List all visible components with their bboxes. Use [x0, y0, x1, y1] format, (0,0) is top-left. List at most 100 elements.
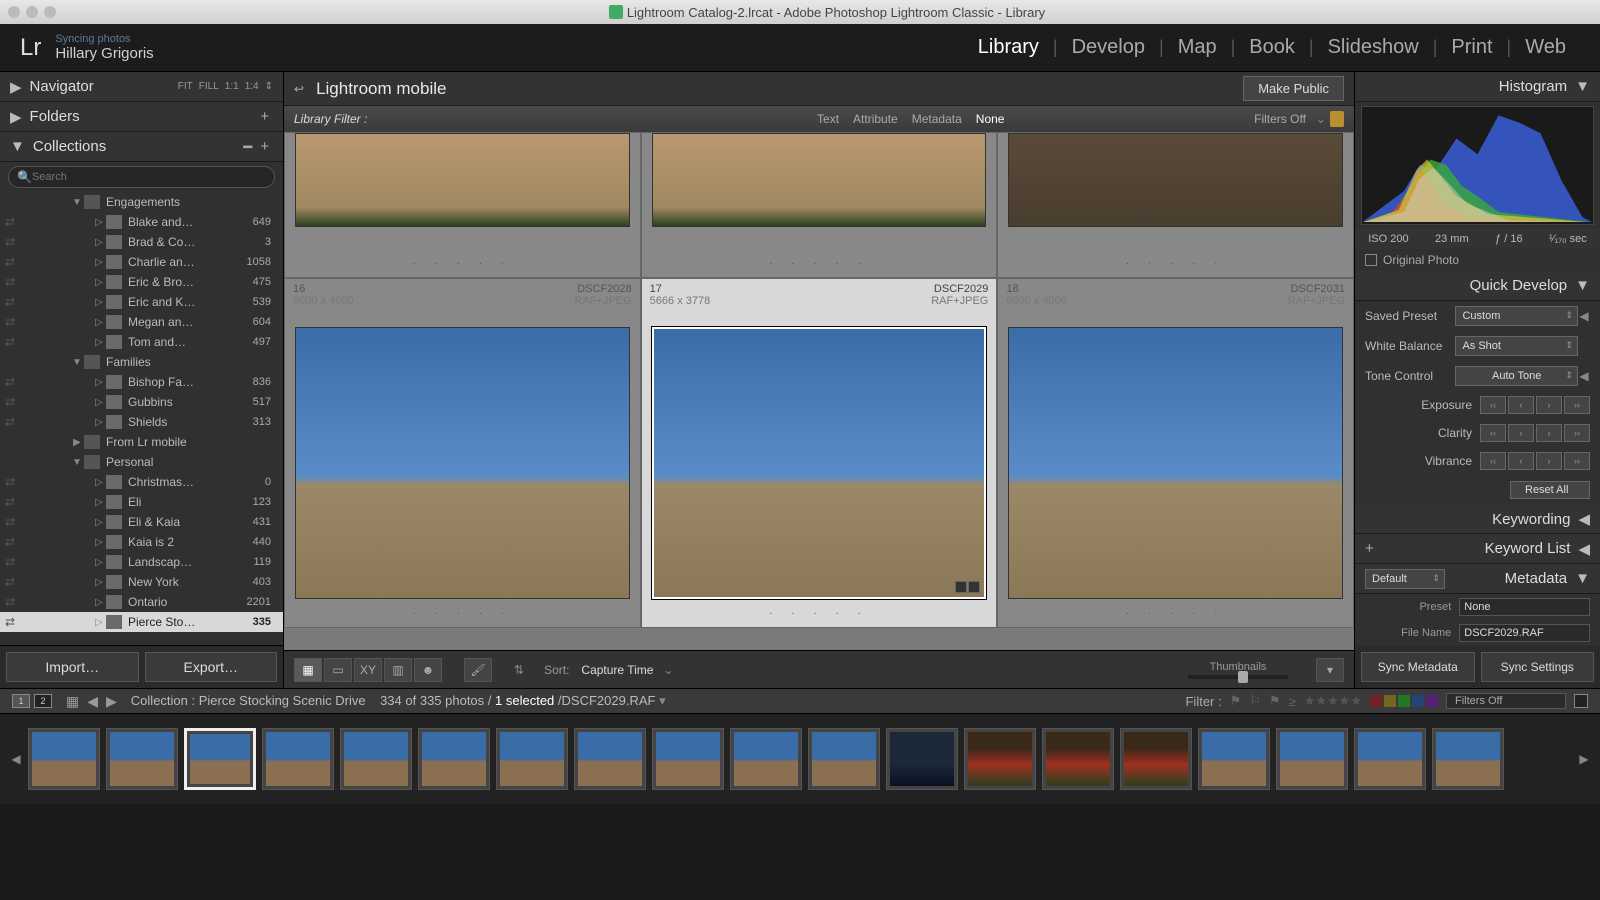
sort-direction-icon[interactable]: ⇅ — [514, 663, 524, 677]
compare-view-button[interactable]: XY — [354, 658, 382, 682]
keywording-panel-header[interactable]: Keywording◀ — [1355, 505, 1600, 535]
disclosure-triangle-icon[interactable]: ▷ — [92, 517, 106, 528]
nav-stepper-icon[interactable]: ⇕ — [265, 81, 273, 92]
loupe-view-button[interactable]: ▭ — [324, 658, 352, 682]
folders-panel-header[interactable]: ▶ Folders + — [0, 102, 283, 132]
survey-view-button[interactable]: ▥ — [384, 658, 412, 682]
collection-item[interactable]: ⇄▷Charlie an…1058 — [0, 252, 283, 272]
filmstrip-thumbnail[interactable] — [1198, 728, 1270, 790]
qd-step-large-up[interactable]: ›› — [1564, 452, 1590, 470]
collection-item[interactable]: ⇄▷Bishop Fa…836 — [0, 372, 283, 392]
filmstrip-thumbnail[interactable] — [730, 728, 802, 790]
grid-cell[interactable]: · · · · · — [997, 132, 1354, 278]
collapse-arrow-icon[interactable]: ◀ — [1578, 309, 1590, 323]
nav-fill[interactable]: FILL — [199, 81, 219, 92]
filmstrip[interactable]: ◀ ▶ — [0, 714, 1600, 804]
path-crumb[interactable]: Lightroom mobile — [316, 79, 446, 99]
collection-item[interactable]: ⇄▷Megan an…604 — [0, 312, 283, 332]
checkbox-icon[interactable] — [1365, 254, 1377, 266]
disclosure-triangle-icon[interactable]: ▷ — [92, 537, 106, 548]
thumbnail-badges[interactable] — [955, 581, 980, 593]
filmstrip-thumbnail[interactable] — [1432, 728, 1504, 790]
filmstrip-scroll-right[interactable]: ▶ — [1578, 752, 1590, 766]
module-develop[interactable]: Develop — [1058, 36, 1159, 59]
module-slideshow[interactable]: Slideshow — [1314, 36, 1433, 59]
color-label-filter[interactable] — [1370, 695, 1438, 707]
histogram-display[interactable] — [1361, 106, 1594, 225]
filter-tab-text[interactable]: Text — [817, 112, 839, 126]
close-traffic-light[interactable] — [8, 6, 20, 18]
collections-search[interactable]: 🔍 — [8, 166, 275, 188]
collection-set[interactable]: ▼Personal — [0, 452, 283, 472]
qd-step-down[interactable]: ‹ — [1508, 424, 1534, 442]
disclosure-triangle-icon[interactable]: ▷ — [92, 277, 106, 288]
filmstrip-thumbnail[interactable] — [808, 728, 880, 790]
collection-item[interactable]: ⇄▷Ontario2201 — [0, 592, 283, 612]
collection-item[interactable]: ⇄▷Tom and…497 — [0, 332, 283, 352]
filmstrip-thumbnail[interactable] — [964, 728, 1036, 790]
disclosure-triangle-icon[interactable]: ▷ — [92, 477, 106, 488]
rating-dots[interactable]: · · · · · — [642, 258, 997, 269]
module-print[interactable]: Print — [1437, 36, 1506, 59]
filmstrip-thumbnail[interactable] — [340, 728, 412, 790]
filter-lock-icon[interactable] — [1330, 111, 1344, 127]
qd-step-large-up[interactable]: ›› — [1564, 396, 1590, 414]
disclosure-triangle-icon[interactable]: ▶ — [70, 437, 84, 448]
collection-item[interactable]: ⇄▷Eli123 — [0, 492, 283, 512]
painter-tool-button[interactable]: 🖌 — [464, 658, 492, 682]
filmstrip-thumbnail[interactable] — [886, 728, 958, 790]
toolbar-content-button[interactable]: ▾ — [1316, 658, 1344, 682]
qd-step-large-down[interactable]: ‹‹ — [1480, 424, 1506, 442]
filmstrip-thumbnail[interactable] — [1120, 728, 1192, 790]
filmstrip-scroll-left[interactable]: ◀ — [10, 752, 22, 766]
zoom-traffic-light[interactable] — [44, 6, 56, 18]
module-map[interactable]: Map — [1164, 36, 1231, 59]
collection-item[interactable]: ⇄▷Shields313 — [0, 412, 283, 432]
star-rating-filter[interactable]: ★★★★★ — [1304, 693, 1362, 709]
filter-tab-none[interactable]: None — [976, 112, 1005, 126]
collection-item[interactable]: ⇄▷Blake and…649 — [0, 212, 283, 232]
filmstrip-thumbnail[interactable] — [1042, 728, 1114, 790]
filter-tab-attribute[interactable]: Attribute — [853, 112, 898, 126]
disclosure-triangle-icon[interactable]: ▷ — [92, 557, 106, 568]
grid-cell[interactable]: 18DSCF20316000 x 4000RAF+JPEG· · · · · — [997, 278, 1354, 628]
sort-value-dropdown[interactable]: Capture Time — [581, 663, 653, 677]
auto-tone-button[interactable]: Auto Tone — [1455, 366, 1578, 386]
file-name-field[interactable]: DSCF2029.RAF — [1459, 624, 1590, 642]
filmstrip-thumbnail[interactable] — [496, 728, 568, 790]
collection-item[interactable]: ⇄▷Kaia is 2440 — [0, 532, 283, 552]
navigator-panel-header[interactable]: ▶ Navigator FIT FILL 1:1 1:4 ⇕ — [0, 72, 283, 102]
collection-item[interactable]: ⇄▷Eric & Bro…475 — [0, 272, 283, 292]
nav-1to1[interactable]: 1:1 — [225, 81, 239, 92]
metadata-panel-header[interactable]: Default Metadata▼ — [1355, 564, 1600, 594]
flag-reject-filter[interactable]: ⚑ — [1269, 693, 1281, 709]
filmstrip-filter-preset-dropdown[interactable]: Filters Off — [1446, 693, 1566, 709]
qd-step-down[interactable]: ‹ — [1508, 452, 1534, 470]
people-view-button[interactable]: ☻ — [414, 658, 442, 682]
export-button[interactable]: Export… — [145, 652, 278, 682]
disclosure-triangle-icon[interactable]: ▷ — [92, 597, 106, 608]
grid-shortcut-icon[interactable]: ▦ — [64, 693, 81, 710]
disclosure-triangle-icon[interactable]: ▷ — [92, 577, 106, 588]
filter-lock-toggle[interactable] — [1574, 694, 1588, 708]
qd-step-up[interactable]: › — [1536, 396, 1562, 414]
add-folder-button[interactable]: + — [256, 108, 273, 125]
collection-item[interactable]: ⇄▷Landscap…119 — [0, 552, 283, 572]
filmstrip-thumbnail[interactable] — [574, 728, 646, 790]
collections-panel-header[interactable]: ▼ Collections ━ + — [0, 132, 283, 162]
disclosure-triangle-icon[interactable]: ▼ — [70, 197, 84, 208]
collection-filter-button[interactable]: ━ — [239, 138, 256, 156]
original-photo-checkbox-row[interactable]: Original Photo — [1355, 249, 1600, 271]
collection-item[interactable]: ⇄▷New York403 — [0, 572, 283, 592]
saved-preset-dropdown[interactable]: Custom — [1455, 306, 1578, 326]
disclosure-triangle-icon[interactable]: ▷ — [92, 237, 106, 248]
collapse-arrow-icon[interactable]: ◀ — [1578, 369, 1590, 383]
rating-dots[interactable]: · · · · · — [285, 608, 640, 619]
rating-dots[interactable]: · · · · · — [285, 258, 640, 269]
collection-item[interactable]: ⇄▷Pierce Sto…335 — [0, 612, 283, 632]
disclosure-triangle-icon[interactable]: ▷ — [92, 217, 106, 228]
sync-settings-button[interactable]: Sync Settings — [1481, 652, 1595, 682]
collection-item[interactable]: ⇄▷Christmas…0 — [0, 472, 283, 492]
library-grid[interactable]: · · · · ·· · · · ·· · · · · 16DSCF202860… — [284, 132, 1354, 650]
thumbnail-size-slider[interactable]: Thumbnails — [1178, 661, 1298, 679]
